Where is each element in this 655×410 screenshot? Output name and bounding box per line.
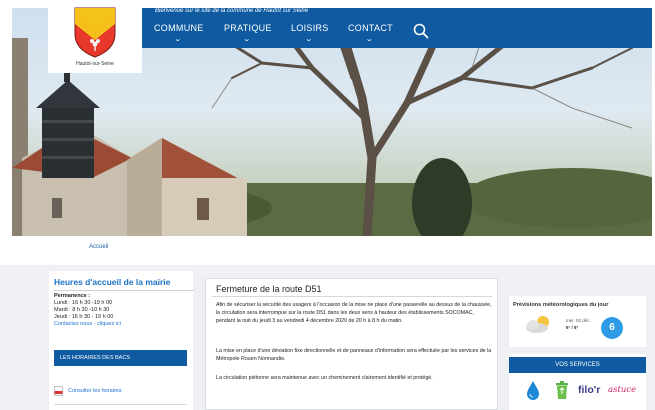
water-drop-icon[interactable]	[526, 380, 540, 400]
welcome-text: Bienvenue sur le site de la commune de H…	[155, 8, 309, 14]
logo-caption: Hautot-sur-Seine	[76, 61, 114, 67]
article-title: Fermeture de la route D51	[216, 284, 322, 294]
bacs-header: LES HORAIRES DES BACS	[54, 350, 187, 366]
nav-contact-label: CONTACT	[348, 23, 393, 33]
filor-logo[interactable]: filo'r	[578, 384, 600, 396]
article-paragraph-2: La mise en place d'une déviation fixe di…	[216, 348, 492, 363]
contact-link[interactable]: Contactez nous - cliquez ici	[54, 321, 121, 327]
horaires-link[interactable]: Consulter les horaires	[68, 388, 122, 394]
hours-line-monday: Lundi : 16 h 30 -19 h 00	[54, 300, 113, 306]
weather-date: mer. 02 déc.	[566, 318, 591, 323]
divider	[54, 404, 187, 405]
nav-contact[interactable]: CONTACT ⌄	[348, 23, 393, 43]
nav-loisirs-label: LOISIRS	[291, 23, 329, 33]
nav-pratique[interactable]: PRATIQUE ⌄	[224, 23, 272, 43]
search-icon[interactable]	[413, 23, 429, 39]
weather-temps: 6° / 8°	[566, 325, 579, 330]
astuce-logo[interactable]: astuce	[608, 385, 636, 395]
crest-logo	[74, 7, 116, 58]
chevron-down-icon: ⌄	[365, 36, 374, 43]
permanence-label: Permanence :	[54, 293, 91, 299]
nav-pratique-label: PRATIQUE	[224, 23, 272, 33]
divider	[212, 296, 492, 297]
weather-badge: 6	[601, 317, 623, 339]
article-paragraph-3: La circulation piétonne sera maintenue a…	[216, 375, 433, 381]
breadcrumb-home-link[interactable]: Accueil	[89, 244, 108, 250]
weather-title: Prévisions météorologiques du jour	[513, 302, 609, 308]
services-header: VOS SERVICES	[509, 357, 646, 373]
article-card	[205, 278, 498, 410]
filor-text: filo'r	[578, 384, 601, 396]
divider	[54, 290, 194, 291]
nav-commune-label: COMMUNE	[154, 23, 204, 33]
hours-title: Heures d'accueil de la mairie	[54, 277, 171, 287]
hours-line-thursday: Jeudi : 16 h 30 - 19 h 00	[54, 314, 114, 320]
breadcrumb: Accueil	[89, 244, 108, 250]
hours-line-tuesday: Mardi : 8 h 30 -10 h 30	[54, 307, 110, 313]
nav-loisirs[interactable]: LOISIRS ⌄	[291, 23, 329, 43]
nav-commune[interactable]: COMMUNE ⌄	[154, 23, 204, 43]
recycle-bin-icon[interactable]	[554, 380, 570, 400]
chevron-down-icon: ⌄	[304, 36, 314, 43]
chevron-down-icon: ⌄	[242, 36, 252, 43]
pdf-file-icon	[54, 386, 63, 396]
partly-cloudy-icon	[526, 316, 549, 333]
chevron-down-icon: ⌄	[173, 36, 183, 43]
article-paragraph-1: Afin de sécuriser la sécurité des usager…	[216, 302, 492, 325]
